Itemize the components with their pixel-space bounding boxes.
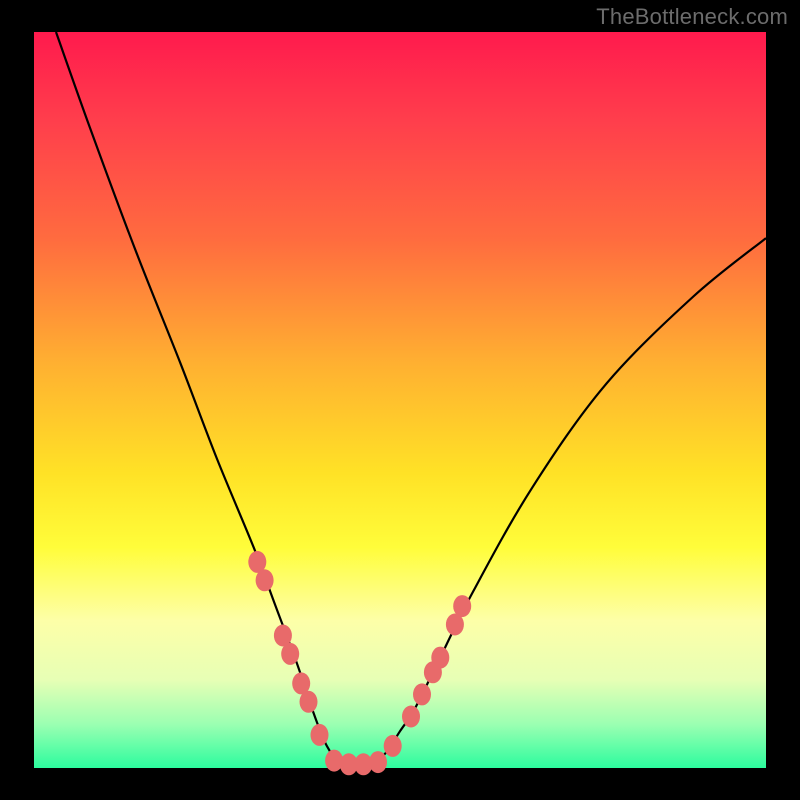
marker-point	[384, 735, 402, 757]
marker-group	[248, 551, 471, 775]
marker-point	[453, 595, 471, 617]
curve-layer	[34, 32, 766, 768]
bottleneck-curve	[56, 32, 766, 768]
marker-point	[402, 706, 420, 728]
chart-frame: TheBottleneck.com	[0, 0, 800, 800]
marker-point	[311, 724, 329, 746]
marker-point	[281, 643, 299, 665]
marker-point	[413, 683, 431, 705]
marker-point	[300, 691, 318, 713]
marker-point	[431, 647, 449, 669]
plot-area	[34, 32, 766, 768]
marker-point	[256, 569, 274, 591]
watermark-text: TheBottleneck.com	[596, 4, 788, 30]
marker-point	[369, 751, 387, 773]
